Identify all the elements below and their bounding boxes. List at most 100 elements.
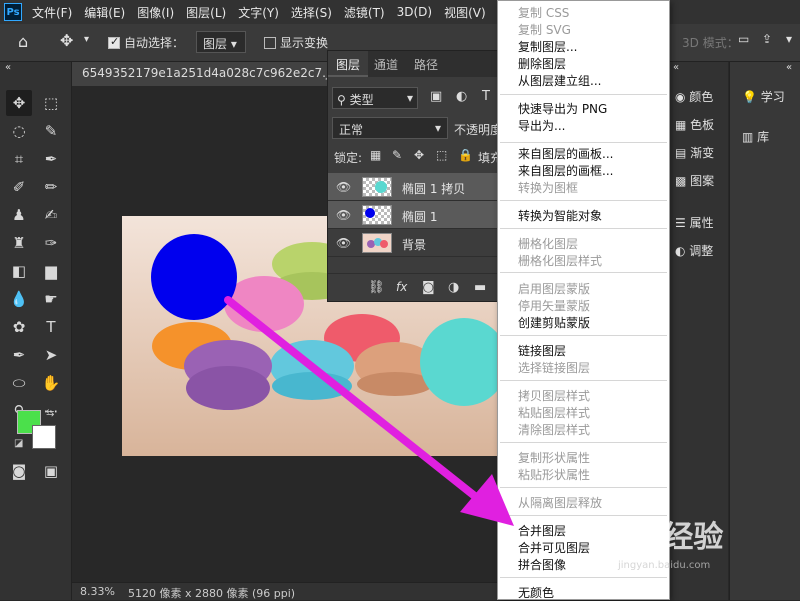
auto-select-checkbox[interactable] xyxy=(108,35,120,49)
menu-item[interactable]: 粘贴图层样式 xyxy=(518,404,590,421)
tab-paths[interactable]: 路径 xyxy=(406,51,446,77)
dock-properties[interactable]: ☰ 属性 xyxy=(675,214,714,231)
layer-filter-dropdown[interactable]: ⚲ 类型 ▾ xyxy=(332,87,418,109)
menu-item[interactable]: 转换为智能对象 xyxy=(518,207,602,224)
path-select-tool-icon[interactable]: ➤ xyxy=(38,342,64,368)
menu-item[interactable]: 启用图层蒙版 xyxy=(518,280,590,297)
menu-item[interactable]: 创建剪贴蒙版 xyxy=(518,314,590,331)
document-tab[interactable]: 6549352179e1a251d4a028c7c962e2c7.jpeg @ xyxy=(72,62,332,86)
screen-mode-icon[interactable]: ▭ xyxy=(738,32,749,46)
auto-select-option[interactable]: 自动选择： xyxy=(108,34,184,51)
fx-icon[interactable]: fx xyxy=(396,280,407,294)
menu-item[interactable]: 链接图层 xyxy=(518,342,566,359)
lock-all-icon[interactable]: 🔒 xyxy=(458,148,473,162)
menu-item[interactable]: 选择链接图层 xyxy=(518,359,590,376)
background-color-swatch[interactable] xyxy=(32,425,56,449)
menu-item[interactable]: 停用矢量蒙版 xyxy=(518,297,590,314)
filter-pixel-icon[interactable]: ▣ xyxy=(430,89,442,104)
lock-image-icon[interactable]: ✎ xyxy=(392,148,402,162)
menu-item[interactable]: 粘贴形状属性 xyxy=(518,466,590,483)
dock-gradients[interactable]: ▤ 渐变 xyxy=(675,144,714,161)
brush-tool-icon[interactable]: ✏ xyxy=(38,174,64,200)
menu-item[interactable]: 复制 CSS xyxy=(518,4,569,21)
menu-edit[interactable]: 编辑(E) xyxy=(84,4,125,21)
visibility-eye-icon[interactable]: 👁 xyxy=(336,236,351,250)
pen-tool-icon[interactable]: ✒ xyxy=(6,342,32,368)
more-icon[interactable]: ▾ xyxy=(786,32,792,46)
menu-item[interactable]: 合并图层 xyxy=(518,522,566,539)
blend-mode-dropdown[interactable]: 正常 ▾ xyxy=(332,117,448,139)
adjustment-layer-icon[interactable]: ◑ xyxy=(448,280,459,295)
menu-type[interactable]: 文字(Y) xyxy=(238,4,279,21)
lock-transparent-icon[interactable]: ▦ xyxy=(370,148,381,162)
clone-stamp-tool-icon[interactable]: ♟ xyxy=(6,202,32,228)
menu-filter[interactable]: 滤镜(T) xyxy=(344,4,385,21)
stamp-tool-icon[interactable]: ♜ xyxy=(6,230,32,256)
hand-tool-icon[interactable]: ✋ xyxy=(38,370,64,396)
zoom-level[interactable]: 8.33% xyxy=(80,585,115,598)
show-transform-checkbox[interactable] xyxy=(264,37,276,49)
filter-type-icon[interactable]: T xyxy=(482,89,490,104)
dock-learn[interactable]: 💡 学习 xyxy=(742,88,785,105)
menu-item[interactable]: 转换为图框 xyxy=(518,179,578,196)
type-tool-icon[interactable]: T xyxy=(38,314,64,340)
menu-item[interactable]: 拼合图像 xyxy=(518,556,566,573)
menu-item[interactable]: 无颜色 xyxy=(518,584,554,601)
menu-3d[interactable]: 3D(D) xyxy=(397,5,432,19)
menu-item[interactable]: 复制形状属性 xyxy=(518,449,590,466)
menu-item[interactable]: 来自图层的画框... xyxy=(518,162,613,179)
quick-select-tool-icon[interactable]: ✎ xyxy=(38,118,64,144)
gradient-tool-icon[interactable]: ▆ xyxy=(38,258,64,284)
menu-item[interactable]: 从图层建立组... xyxy=(518,72,601,89)
menu-item[interactable]: 从隔离图层释放 xyxy=(518,494,602,511)
menu-item[interactable]: 栅格化图层 xyxy=(518,235,578,252)
dock-libraries[interactable]: ▥ 库 xyxy=(742,128,769,145)
dock-color[interactable]: ◉ 颜色 xyxy=(675,88,713,105)
collapse-icon[interactable]: « xyxy=(2,62,14,73)
chevron-down-icon[interactable]: ▾ xyxy=(84,34,89,45)
smudge-tool-icon[interactable]: ☛ xyxy=(38,286,64,312)
lock-artboard-icon[interactable]: ⬚ xyxy=(436,148,447,162)
menu-layer[interactable]: 图层(L) xyxy=(186,4,226,21)
menu-view[interactable]: 视图(V) xyxy=(444,4,486,21)
healing-brush-tool-icon[interactable]: ✐ xyxy=(6,174,32,200)
eyedropper-tool-icon[interactable]: ✒ xyxy=(38,146,64,172)
menu-select[interactable]: 选择(S) xyxy=(291,4,332,21)
default-colors-icon[interactable]: ◪ xyxy=(14,438,23,449)
add-mask-icon[interactable]: ◙ xyxy=(422,280,435,295)
blur-tool-icon[interactable]: 💧 xyxy=(6,286,32,312)
menu-item[interactable]: 复制图层... xyxy=(518,38,577,55)
history-brush-tool-icon[interactable]: ✍ xyxy=(38,202,64,228)
link-layers-icon[interactable]: ⛓ xyxy=(368,280,385,295)
quick-mask-icon[interactable]: ◙ xyxy=(6,458,32,484)
layer-row[interactable]: 👁 椭圆 1 拷贝 xyxy=(328,173,500,201)
layer-row[interactable]: 👁 椭圆 1 xyxy=(328,201,500,229)
lock-position-icon[interactable]: ✥ xyxy=(414,148,424,162)
menu-item[interactable]: 来自图层的画板... xyxy=(518,145,613,162)
menu-item[interactable]: 清除图层样式 xyxy=(518,421,590,438)
visibility-eye-icon[interactable]: 👁 xyxy=(336,180,351,194)
move-tool-icon[interactable]: ✥ xyxy=(6,90,32,116)
menu-item[interactable]: 快速导出为 PNG xyxy=(518,100,607,117)
home-icon[interactable]: ⌂ xyxy=(18,32,28,51)
menu-item[interactable]: 拷贝图层样式 xyxy=(518,387,590,404)
collapse-icon[interactable]: « xyxy=(673,62,679,73)
auto-select-dropdown[interactable]: 图层 ▾ xyxy=(196,31,246,53)
menu-item[interactable]: 栅格化图层样式 xyxy=(518,252,602,269)
tab-channels[interactable]: 通道 xyxy=(366,51,406,77)
menu-item[interactable]: 删除图层 xyxy=(518,55,566,72)
screen-mode-tool-icon[interactable]: ▣ xyxy=(38,458,64,484)
layer-row[interactable]: 👁 背景 xyxy=(328,229,500,257)
menu-item[interactable]: 复制 SVG xyxy=(518,21,571,38)
menu-image[interactable]: 图像(I) xyxy=(137,4,174,21)
move-tool-icon[interactable]: ✥ xyxy=(60,31,73,50)
show-transform-option[interactable]: 显示变换 xyxy=(264,34,328,51)
new-group-icon[interactable]: ▬ xyxy=(474,280,486,295)
menu-file[interactable]: 文件(F) xyxy=(32,4,72,21)
eraser-tool-icon[interactable]: ◧ xyxy=(6,258,32,284)
menu-item[interactable]: 导出为... xyxy=(518,117,565,134)
tab-layers[interactable]: 图层 xyxy=(328,51,369,77)
dock-patterns[interactable]: ▩ 图案 xyxy=(675,172,714,189)
ellipse-tool-icon[interactable]: ⬭ xyxy=(6,370,32,396)
collapse-icon[interactable]: « xyxy=(786,62,792,73)
